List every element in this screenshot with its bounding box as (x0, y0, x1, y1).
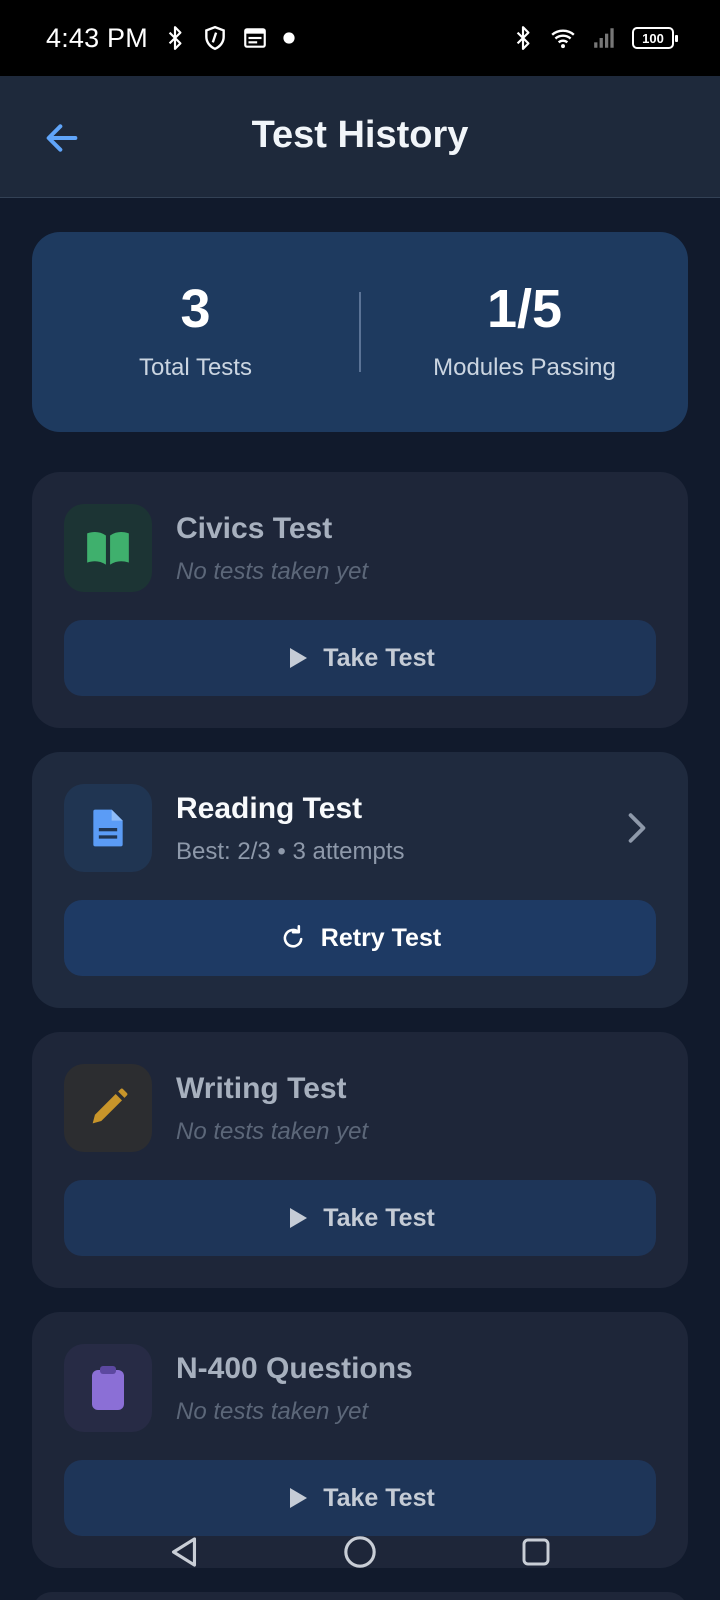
module-title: N-400 Questions (176, 1352, 413, 1385)
calendar-icon (242, 25, 268, 51)
play-icon (290, 1488, 308, 1508)
modules-passing-value: 1/5 (486, 279, 563, 339)
module-icon-box (64, 1064, 152, 1152)
modules-passing-stat: 1/5 Modules Passing (361, 282, 688, 382)
battery-icon: 100 (632, 27, 678, 49)
summary-card: 3 Total Tests 1/5 Modules Passing (32, 232, 688, 432)
back-triangle-icon[interactable] (166, 1534, 202, 1570)
module-subtitle: No tests taken yet (176, 558, 369, 585)
chevron-right-icon[interactable] (622, 808, 652, 848)
total-tests-label: Total Tests (139, 354, 252, 381)
dot-icon (282, 25, 296, 51)
module-icon-box (64, 1344, 152, 1432)
document-icon (93, 809, 123, 847)
status-time: 4:43 PM (46, 22, 148, 53)
take-test-button[interactable]: Take Test (64, 620, 656, 696)
module-title: Reading Test (176, 792, 363, 825)
button-label: Take Test (323, 643, 435, 672)
module-subtitle: Best: 2/3 • 3 attempts (176, 838, 405, 865)
bluetooth-icon (510, 25, 536, 51)
app-bar: Test History (0, 76, 720, 198)
module-card-civics: Civics Test No tests taken yet Take Test (32, 472, 688, 728)
total-tests-value: 3 (180, 279, 211, 339)
status-right: 100 (510, 25, 678, 51)
book-icon (87, 532, 129, 565)
module-subtitle: No tests taken yet (176, 1118, 369, 1145)
module-icon-box (64, 784, 152, 872)
status-left: 4:43 PM (46, 23, 296, 54)
play-icon (290, 648, 308, 668)
clipboard-icon (92, 1366, 124, 1410)
shield-icon (202, 25, 228, 51)
battery-level: 100 (642, 30, 664, 46)
recents-square-icon[interactable] (518, 1534, 554, 1570)
retry-test-button[interactable]: Retry Test (64, 900, 656, 976)
page-title: Test History (251, 114, 469, 156)
module-card-writing: Writing Test No tests taken yet Take Tes… (32, 1032, 688, 1288)
system-nav-bar (0, 1510, 720, 1600)
pencil-icon (92, 1088, 128, 1124)
signal-icon (590, 25, 620, 51)
button-label: Take Test (323, 1483, 435, 1512)
take-test-button[interactable]: Take Test (64, 1180, 656, 1256)
wifi-icon (548, 25, 578, 51)
bluetooth-icon (162, 25, 188, 51)
total-tests-stat: 3 Total Tests (32, 282, 359, 382)
button-label: Retry Test (320, 923, 442, 952)
module-title: Civics Test (176, 512, 333, 545)
module-subtitle: No tests taken yet (176, 1398, 369, 1425)
module-title: Writing Test (176, 1072, 347, 1105)
module-icon-box (64, 504, 152, 592)
button-label: Take Test (323, 1203, 435, 1232)
play-icon (290, 1208, 308, 1228)
modules-passing-label: Modules Passing (433, 354, 616, 381)
module-card-reading[interactable]: Reading Test Best: 2/3 • 3 attempts Retr… (32, 752, 688, 1008)
status-bar: 4:43 PM 100 (0, 0, 720, 76)
refresh-icon (283, 925, 303, 948)
home-circle-icon[interactable] (342, 1534, 378, 1570)
